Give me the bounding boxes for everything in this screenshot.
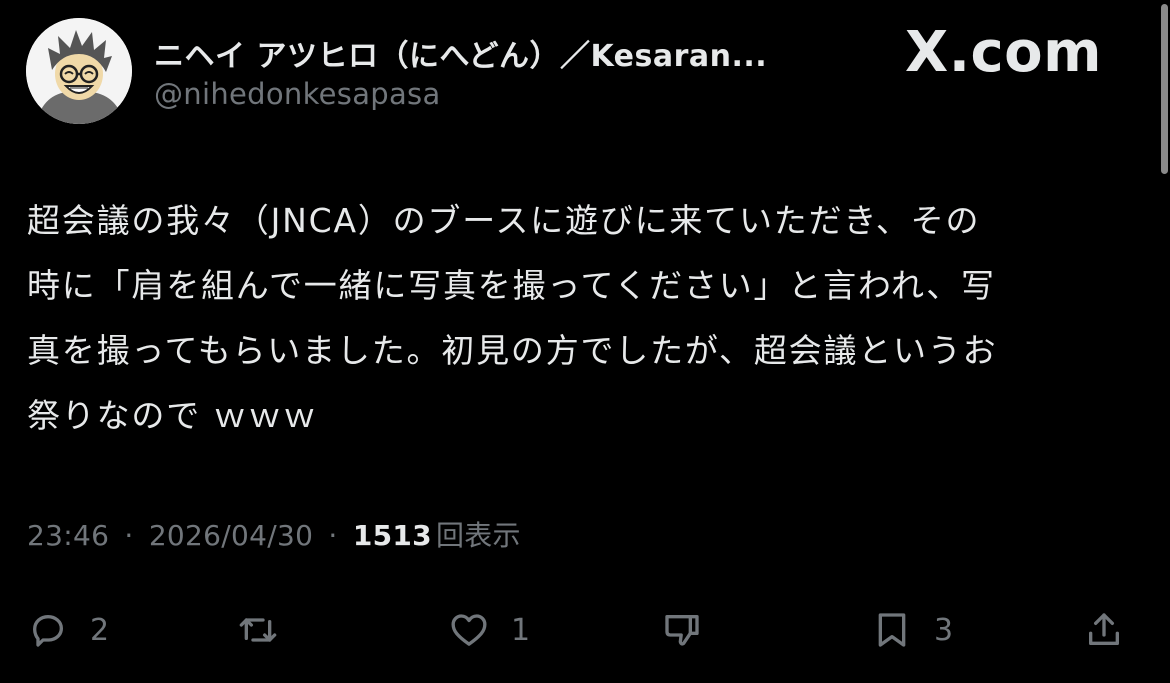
retweet-button[interactable] (238, 602, 300, 658)
scrollbar-thumb[interactable] (1161, 4, 1168, 174)
like-button[interactable]: 1 (449, 602, 530, 658)
reply-icon (28, 610, 68, 650)
thumbs-down-icon (662, 610, 702, 650)
meta-separator: · (124, 519, 134, 552)
share-icon (1084, 610, 1124, 650)
like-count: 1 (511, 612, 531, 648)
post-body: 超会議の我々（JNCA）のブースに遊びに来ていただき、その 時に「肩を組んで一緒… (27, 201, 998, 435)
reply-count: 2 (90, 612, 110, 648)
author-handle[interactable]: @nihedonkesapasa (154, 77, 441, 111)
bookmark-count: 3 (934, 612, 954, 648)
meta-separator: · (328, 519, 338, 552)
bookmark-button[interactable]: 3 (872, 602, 953, 658)
avatar-illustration (26, 18, 132, 124)
share-button[interactable] (1084, 602, 1124, 658)
views-count[interactable]: 1513 (353, 519, 432, 552)
post-date[interactable]: 2026/04/30 (149, 519, 313, 552)
dislike-button[interactable] (662, 602, 724, 658)
brand-logo: X.com (905, 20, 1102, 85)
post-time[interactable]: 23:46 (27, 519, 109, 552)
reply-button[interactable]: 2 (28, 602, 109, 658)
heart-icon (449, 610, 489, 650)
author-name[interactable]: ニヘイ アツヒロ（にへどん）／Kesaran... (154, 31, 814, 75)
retweet-icon (238, 610, 278, 650)
bookmark-icon (872, 610, 912, 650)
avatar[interactable] (26, 18, 132, 124)
views-label: 回表示 (435, 519, 521, 552)
post-meta: 23:46 · 2026/04/30 · 1513 回表示 (27, 514, 521, 554)
scrollbar[interactable] (1160, 0, 1170, 683)
